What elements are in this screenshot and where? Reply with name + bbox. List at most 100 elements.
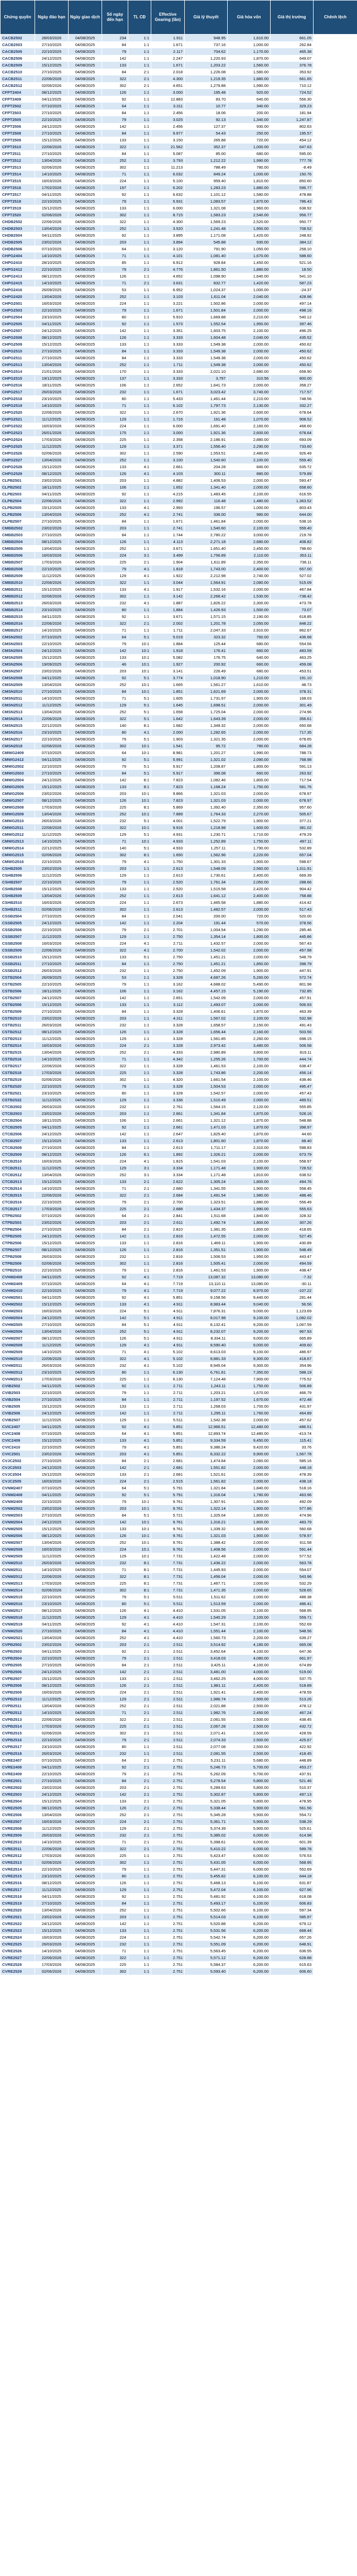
table-row[interactable]: CHPG2503 22/10/2025 04/08/2025 79 1:1 1.671 1,…: [0, 307, 357, 314]
table-row[interactable]: CMBB2504 08/12/2025 04/08/2025 126 1:1 4.113 2…: [0, 538, 357, 545]
table-row[interactable]: CMBB2517 14/10/2025 04/08/2025 71 1:1 1.711 2,…: [0, 627, 357, 634]
table-row[interactable]: CVPB2505 27/10/2025 04/08/2025 84 2:1 2.511 3,…: [0, 1662, 357, 1668]
table-row[interactable]: CHPG2514 21/01/2026 04/08/2025 170 1:1 3.333 2…: [0, 368, 357, 375]
table-row[interactable]: CVNM2517 08/12/2025 04/08/2025 126 4:1 4.410 1…: [0, 1607, 357, 1614]
table-row[interactable]: CSSB2506 22/10/2025 04/08/2025 79 2:1 2.701 1,…: [0, 926, 357, 933]
table-row[interactable]: CHDB2506 07/10/2025 04/08/2025 64 1:1 3.120 79…: [0, 246, 357, 252]
table-row[interactable]: CVNM2503 27/10/2025 04/08/2025 84 5:1 5.721 1,…: [0, 1512, 357, 1519]
table-row[interactable]: CVIB2506 24/12/2025 04/08/2025 142 1:1 2.711 1…: [0, 1410, 357, 1417]
table-row[interactable]: CVPB2504 22/10/2025 04/08/2025 79 2:1 2.511 3,…: [0, 1655, 357, 1662]
table-row[interactable]: CVPB2516 22/10/2025 04/08/2025 79 2:1 2.511 2,…: [0, 1737, 357, 1743]
table-row[interactable]: CMWG2512 11/12/2025 04/08/2025 129 5:1 4.931 1…: [0, 831, 357, 838]
table-row[interactable]: CVPB2512 14/10/2025 04/08/2025 71 2:1 2.511 1,…: [0, 1709, 357, 1716]
table-row[interactable]: CSHB2511 02/06/2026 04/08/2025 302 1:1 2.613 1…: [0, 906, 357, 913]
table-row[interactable]: CMBB2506 16/03/2026 04/08/2025 224 3:1 3.499 1…: [0, 552, 357, 559]
table-row[interactable]: CTCB2510 16/03/2026 04/08/2025 224 4:1 1.815 1…: [0, 1158, 357, 1165]
table-row[interactable]: CLPB2503 04/11/2025 04/08/2025 92 1:1 4.215 1,…: [0, 491, 357, 497]
table-row[interactable]: CHPG2505 04/11/2025 04/08/2025 92 1:1 1.573 1,…: [0, 320, 357, 327]
table-row[interactable]: CMSN2513 13/04/2026 04/08/2025 252 5:1 1.658 1…: [0, 709, 357, 715]
table-row[interactable]: CFPT2512 13/04/2026 04/08/2025 252 1:1 3.793 1…: [0, 157, 357, 164]
table-row[interactable]: CMWG2507 08/12/2025 04/08/2025 126 10:1 7.823…: [0, 797, 357, 804]
table-row[interactable]: CTPB2509 02/06/2026 04/08/2025 302 1:1 2.816 1…: [0, 1260, 357, 1267]
table-row[interactable]: CVNM2514 02/06/2026 04/08/2025 302 8:1 7.731 1…: [0, 1587, 357, 1594]
table-row[interactable]: CMWG2506 23/02/2026 04/08/2025 203 10:1 9.866…: [0, 790, 357, 797]
table-row[interactable]: CVRE2522 24/12/2025 04/08/2025 142 1:1 2.751 5…: [0, 1920, 357, 1927]
table-row[interactable]: CLPB2507 27/10/2025 04/08/2025 84 1:1 1.671 1,…: [0, 518, 357, 525]
table-row[interactable]: CTPB2510 22/10/2025 04/08/2025 79 1:1 2.816 1,…: [0, 1267, 357, 1274]
table-row[interactable]: CVPB2513 22/06/2026 04/08/2025 322 2:1 2.511 2…: [0, 1716, 357, 1723]
table-row[interactable]: CVIC2501 23/02/2026 04/08/2025 203 4:1 5.851 8…: [0, 1451, 357, 1457]
table-row[interactable]: CVHM2503 16/03/2026 04/08/2025 224 5:1 4.911 7…: [0, 1308, 357, 1314]
table-row[interactable]: CTCB2502 26/03/2026 04/08/2025 232 1:1 2.761 1…: [0, 1103, 357, 1110]
table-row[interactable]: CMWG2409 07/10/2025 04/08/2025 64 10:1 8.981 1…: [0, 749, 357, 756]
table-row[interactable]: CVNM2511 14/10/2025 04/08/2025 71 8:1 7.731 1,…: [0, 1566, 357, 1573]
table-row[interactable]: CFPT2509 15/12/2025 04/08/2025 133 1:1 3.150 2…: [0, 137, 357, 143]
table-row[interactable]: CACB2503 27/10/2025 04/08/2025 84 1:1 1.671 73…: [0, 41, 357, 48]
table-row[interactable]: CLPB2501 23/02/2026 04/08/2025 203 1:1 4.882 1…: [0, 477, 357, 484]
table-row[interactable]: CVRE2503 24/12/2025 04/08/2025 142 2:1 2.751 5…: [0, 1791, 357, 1798]
table-row[interactable]: CVRE2526 14/10/2025 04/08/2025 71 1:1 2.751 5,…: [0, 1948, 357, 1954]
table-row[interactable]: CMSN2507 23/02/2026 04/08/2025 203 10:1 3.141…: [0, 668, 357, 675]
table-row[interactable]: CTPB2504 27/10/2025 04/08/2025 84 2:1 2.810 1,…: [0, 1226, 357, 1233]
table-row[interactable]: CVRE2523 15/12/2025 04/08/2025 133 1:1 2.751 5…: [0, 1927, 357, 1934]
col-header-maturity-date[interactable]: Ngày đáo hạn: [35, 0, 69, 35]
table-row[interactable]: CHPG2508 08/12/2025 04/08/2025 126 1:1 3.333 1…: [0, 334, 357, 341]
table-row[interactable]: CACB2502 28/03/2026 04/08/2025 234 1:1 1.911 9…: [0, 34, 357, 41]
table-row[interactable]: CMBB2511 15/12/2025 04/08/2025 133 4:1 1.917 1…: [0, 586, 357, 593]
table-row[interactable]: CVIB2502 04/11/2025 04/08/2025 92 1:1 2.711 1,…: [0, 1383, 357, 1389]
table-row[interactable]: CSTB2508 15/12/2025 04/08/2025 133 1:1 3.112 1…: [0, 1001, 357, 1008]
table-row[interactable]: CVRE2511 22/06/2026 04/08/2025 322 2:1 2.751 5…: [0, 1845, 357, 1852]
table-row[interactable]: CSTB2514 16/03/2026 04/08/2025 224 2:1 3.328 2…: [0, 1042, 357, 1049]
col-header-trade-date[interactable]: Ngày giao dịch: [68, 0, 102, 35]
table-row[interactable]: CVHM2505 27/10/2025 04/08/2025 84 5:1 4.911 8,…: [0, 1321, 357, 1328]
table-row[interactable]: CTCB2508 27/10/2025 04/08/2025 84 1:1 2.613 1,…: [0, 1144, 357, 1151]
table-row[interactable]: CVRE2529 02/06/2026 04/08/2025 302 1:1 2.751 5…: [0, 1968, 357, 1975]
table-row[interactable]: CSTB2518 17/03/2026 04/08/2025 225 1:1 3.328 1…: [0, 1069, 357, 1076]
table-row[interactable]: CHPG2517 26/03/2026 04/08/2025 232 1:1 1.671 3…: [0, 389, 357, 395]
table-row[interactable]: CVIB2505 15/12/2025 04/08/2025 133 1:1 2.711 1…: [0, 1403, 357, 1410]
table-row[interactable]: CVRE2409 22/10/2025 04/08/2025 79 2:1 2.751 5,…: [0, 1771, 357, 1777]
table-row[interactable]: CHDB2502 22/06/2026 04/08/2025 322 1:1 4.300 1…: [0, 218, 357, 225]
table-row[interactable]: CVJC2504 15/12/2025 04/08/2025 133 2:1 2.681 1…: [0, 1471, 357, 1478]
table-row[interactable]: CVNM2505 15/12/2025 04/08/2025 133 10:1 9.761…: [0, 1525, 357, 1532]
table-row[interactable]: CACB2510 27/10/2025 04/08/2025 84 2:1 2.018 1,…: [0, 69, 357, 75]
table-row[interactable]: CFPT2508 27/10/2025 04/08/2025 84 1:1 9.977 54…: [0, 130, 357, 137]
table-row[interactable]: CHPG2515 19/12/2025 04/08/2025 137 1:1 3.333 3…: [0, 375, 357, 382]
table-row[interactable]: CHPG2524 17/03/2026 04/08/2025 225 1:1 2.358 2…: [0, 436, 357, 443]
table-row[interactable]: CHPG2526 02/06/2026 04/08/2025 302 1:1 2.590 1…: [0, 450, 357, 457]
table-row[interactable]: CVIC2407 04/11/2025 04/08/2025 92 4:1 5.851 12…: [0, 1423, 357, 1430]
table-row[interactable]: CFPT2503 27/10/2025 04/08/2025 84 1:1 2.456 18…: [0, 109, 357, 116]
table-row[interactable]: CHDB2503 13/04/2026 04/08/2025 252 1:1 3.520 1…: [0, 225, 357, 232]
table-row[interactable]: CVRE2501 27/10/2025 04/08/2025 84 2:1 2.751 5,…: [0, 1777, 357, 1784]
table-row[interactable]: CVRE2528 17/03/2026 04/08/2025 225 1:1 2.751 5…: [0, 1961, 357, 1968]
table-row[interactable]: CSSB2509 22/06/2026 04/08/2025 322 4:1 2.700 1…: [0, 947, 357, 954]
table-row[interactable]: CTCB2516 22/10/2025 04/08/2025 79 2:1 2.700 1,…: [0, 1199, 357, 1206]
table-row[interactable]: CSHB2509 13/04/2026 04/08/2025 252 1:1 2.613 1…: [0, 892, 357, 899]
table-row[interactable]: CVPB2503 04/11/2025 04/08/2025 92 2:1 2.511 3,…: [0, 1648, 357, 1655]
table-row[interactable]: CHPG2520 22/06/2026 04/08/2025 322 1:1 2.670 1…: [0, 409, 357, 416]
table-row[interactable]: CMWG2505 15/12/2025 04/08/2025 133 8:1 7.823 1…: [0, 783, 357, 790]
table-row[interactable]: CSSB2508 16/03/2026 04/08/2025 224 4:1 2.711 1…: [0, 940, 357, 947]
table-row[interactable]: CVNM2408 04/11/2025 04/08/2025 92 5:1 5.791 1,…: [0, 1491, 357, 1498]
table-row[interactable]: CVPB2518 26/03/2026 04/08/2025 232 1:1 2.511 2…: [0, 1750, 357, 1757]
table-row[interactable]: CMSN2511 14/10/2025 04/08/2025 71 5:1 1.605 1,…: [0, 695, 357, 702]
table-row[interactable]: CACB2505 22/10/2025 04/08/2025 79 1:1 2.117 70…: [0, 48, 357, 55]
table-row[interactable]: CSTB2522 11/12/2025 04/08/2025 129 1:1 3.336 1…: [0, 1097, 357, 1103]
table-row[interactable]: CVHM2410 22/10/2025 04/08/2025 79 4:1 7.719 9,…: [0, 1287, 357, 1294]
table-row[interactable]: CMWG2513 14/10/2025 04/08/2025 71 10:1 4.933 1…: [0, 838, 357, 845]
table-row[interactable]: CVNM2513 17/03/2026 04/08/2025 225 8:1 7.731 1…: [0, 1580, 357, 1587]
table-row[interactable]: CVPB2507 15/12/2025 04/08/2025 133 2:1 2.511 3…: [0, 1675, 357, 1682]
table-row[interactable]: CVRE2521 23/02/2026 04/08/2025 203 1:1 2.751 5…: [0, 1914, 357, 1920]
table-row[interactable]: CMSN2509 13/04/2026 04/08/2025 252 10:1 1.665…: [0, 681, 357, 688]
table-row[interactable]: CVHM2508 11/12/2025 04/08/2025 129 4:1 4.911 8…: [0, 1342, 357, 1348]
table-row[interactable]: CSSB2511 27/10/2025 04/08/2025 84 1:1 2.750 1,…: [0, 960, 357, 967]
table-row[interactable]: CMSN2518 02/06/2026 04/08/2025 302 10:1 1.541…: [0, 743, 357, 749]
col-header-market-price[interactable]: Giá thị trường: [270, 0, 314, 35]
table-row[interactable]: CMSN2505 15/12/2025 04/08/2025 133 10:1 5.082…: [0, 654, 357, 661]
table-row[interactable]: CFPT2519 15/12/2025 04/08/2025 133 1:1 6.000 1…: [0, 205, 357, 212]
table-row[interactable]: CHPG2529 08/12/2025 04/08/2025 126 4:1 4.103 3…: [0, 470, 357, 477]
table-row[interactable]: CTCB2505 04/11/2025 04/08/2025 92 1:1 2.661 1,…: [0, 1124, 357, 1131]
table-row[interactable]: CVIC2408 07/10/2025 04/08/2025 64 4:1 5.851 12…: [0, 1430, 357, 1437]
table-row[interactable]: CVHM2507 08/12/2025 04/08/2025 126 5:1 4.911 8…: [0, 1335, 357, 1342]
table-row[interactable]: CVRE2525 26/03/2026 04/08/2025 232 1:1 2.751 5…: [0, 1941, 357, 1948]
